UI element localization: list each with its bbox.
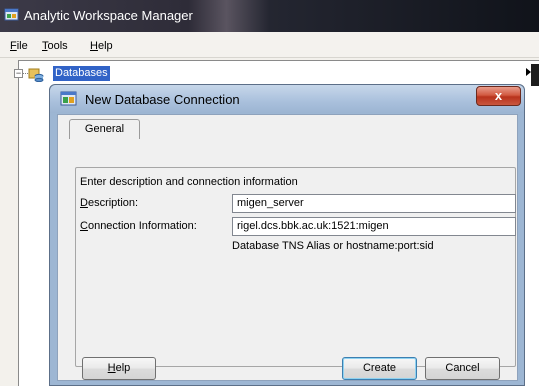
- connection-hint: Database TNS Alias or hostname:port:sid: [232, 240, 434, 252]
- connection-label: Connection Information:: [80, 220, 197, 232]
- description-label: Description:: [80, 197, 139, 209]
- databases-folder-icon: [28, 68, 44, 82]
- workspace-app-icon: [4, 8, 19, 21]
- cancel-button[interactable]: Cancel: [425, 357, 500, 380]
- main-window-title: Analytic Workspace Manager: [24, 8, 193, 23]
- create-button[interactable]: Create: [342, 357, 417, 380]
- menu-help[interactable]: Help: [90, 40, 113, 52]
- dialog-titlebar[interactable]: New Database Connection x: [50, 85, 524, 113]
- menubar: File Tools Help: [0, 32, 539, 58]
- scrollbar[interactable]: [531, 64, 539, 86]
- main-titlebar[interactable]: Analytic Workspace Manager: [0, 0, 539, 32]
- description-input[interactable]: migen_server: [232, 194, 516, 213]
- general-tab-panel: Enter description and connection informa…: [75, 167, 516, 367]
- tree-collapse-toggle[interactable]: −: [14, 69, 23, 78]
- close-button[interactable]: x: [476, 86, 521, 106]
- connection-input[interactable]: rigel.dcs.bbk.ac.uk:1521:migen: [232, 217, 516, 236]
- tab-general[interactable]: General: [69, 119, 140, 139]
- dialog-body: Enter description and connection informa…: [57, 114, 518, 381]
- dialog-title: New Database Connection: [85, 92, 240, 107]
- help-button[interactable]: Help: [82, 357, 156, 380]
- close-icon: x: [494, 88, 503, 103]
- workspace-app-icon: [60, 91, 77, 106]
- new-database-connection-dialog: New Database Connection x Enter descript…: [49, 84, 525, 386]
- intro-text: Enter description and connection informa…: [80, 176, 298, 188]
- scroll-right-arrow-icon[interactable]: [526, 68, 531, 76]
- tree-label-databases[interactable]: Databases: [53, 66, 110, 81]
- menu-tools[interactable]: Tools: [42, 40, 68, 52]
- menu-file[interactable]: File: [10, 40, 28, 52]
